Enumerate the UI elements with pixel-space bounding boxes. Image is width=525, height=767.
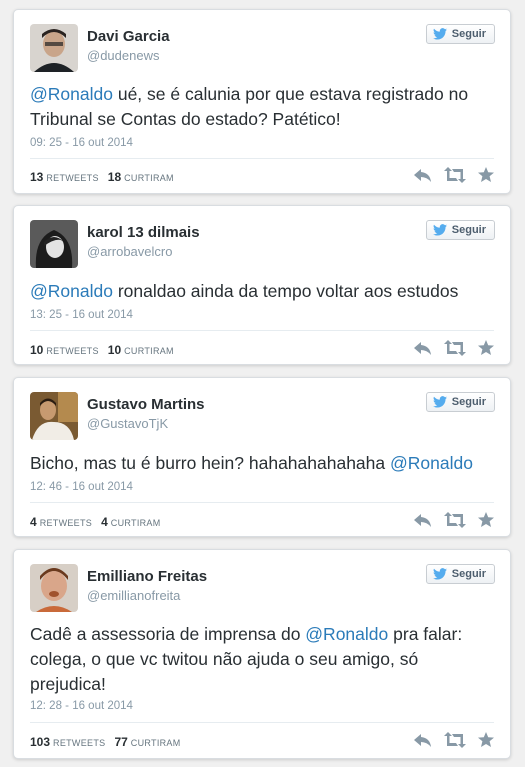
retweet-count[interactable]: 13	[30, 170, 43, 184]
likes-label[interactable]: CURTIRAM	[131, 738, 181, 748]
display-name[interactable]: Gustavo Martins	[87, 396, 205, 413]
display-name[interactable]: Davi Garcia	[87, 28, 170, 45]
avatar[interactable]	[30, 392, 78, 440]
reply-icon[interactable]	[414, 732, 432, 748]
mention-link[interactable]: @Ronaldo	[305, 624, 388, 644]
reply-icon[interactable]	[414, 512, 432, 528]
favorite-icon[interactable]	[478, 732, 494, 748]
tweet-actions	[414, 340, 494, 356]
tweet-card: karol 13 dilmais @arrobavelcro Seguir @R…	[13, 205, 511, 365]
username[interactable]: @dudenews	[87, 48, 159, 63]
tweet-stats: 13 RETWEETS 18 CURTIRAM	[30, 170, 183, 184]
follow-button[interactable]: Seguir	[425, 220, 495, 240]
display-name[interactable]: Emilliano Freitas	[87, 568, 207, 585]
timestamp[interactable]: 12: 46 - 16 out 2014	[30, 481, 133, 493]
twitter-bird-icon	[432, 224, 447, 236]
username[interactable]: @GustavoTjK	[87, 416, 168, 431]
tweet-text-segment: Cadê a assessoria de imprensa do	[30, 624, 306, 644]
retweet-icon[interactable]	[444, 340, 466, 356]
favorite-icon[interactable]	[478, 167, 494, 183]
tweet-card: Emilliano Freitas @emillianofreita Segui…	[13, 549, 511, 759]
display-name[interactable]: karol 13 dilmais	[87, 224, 200, 241]
timestamp[interactable]: 12: 28 - 16 out 2014	[30, 700, 133, 712]
timestamp[interactable]: 09: 25 - 16 out 2014	[30, 137, 133, 149]
tweet-text: @Ronaldo ué, se é calunia por que estava…	[30, 82, 490, 132]
avatar[interactable]	[30, 564, 78, 612]
favorite-icon[interactable]	[478, 340, 494, 356]
favorite-icon[interactable]	[478, 512, 494, 528]
retweet-count[interactable]: 10	[30, 343, 43, 357]
tweet-text: Bicho, mas tu é burro hein? hahahahahaha…	[30, 451, 490, 476]
divider	[30, 502, 494, 503]
twitter-bird-icon	[432, 568, 447, 580]
retweets-label[interactable]: RETWEETS	[46, 173, 98, 183]
username[interactable]: @arrobavelcro	[87, 244, 172, 259]
tweet-text: Cadê a assessoria de imprensa do @Ronald…	[30, 622, 490, 697]
likes-label[interactable]: CURTIRAM	[124, 346, 174, 356]
reply-icon[interactable]	[414, 340, 432, 356]
username[interactable]: @emillianofreita	[87, 588, 180, 603]
follow-button[interactable]: Seguir	[425, 392, 495, 412]
like-count[interactable]: 18	[108, 170, 121, 184]
avatar[interactable]	[30, 220, 78, 268]
tweet-stats: 10 RETWEETS 10 CURTIRAM	[30, 343, 183, 357]
tweet-actions	[414, 512, 494, 528]
retweets-label[interactable]: RETWEETS	[40, 518, 92, 528]
tweet-actions	[414, 732, 494, 748]
retweets-label[interactable]: RETWEETS	[46, 346, 98, 356]
follow-label: Seguir	[451, 28, 486, 40]
retweet-icon[interactable]	[444, 732, 466, 748]
follow-button[interactable]: Seguir	[425, 24, 495, 44]
follow-label: Seguir	[451, 568, 486, 580]
divider	[30, 158, 494, 159]
tweet-card: Gustavo Martins @GustavoTjK Seguir Bicho…	[13, 377, 511, 537]
like-count[interactable]: 4	[101, 515, 108, 529]
divider	[30, 722, 494, 723]
follow-label: Seguir	[451, 224, 486, 236]
retweet-icon[interactable]	[444, 167, 466, 183]
follow-label: Seguir	[451, 396, 486, 408]
retweets-label[interactable]: RETWEETS	[53, 738, 105, 748]
twitter-bird-icon	[432, 28, 447, 40]
like-count[interactable]: 10	[108, 343, 121, 357]
tweet-text-segment: ronaldao ainda da tempo voltar aos estud…	[112, 281, 459, 301]
tweet-stats: 4 RETWEETS 4 CURTIRAM	[30, 515, 170, 529]
mention-link[interactable]: @Ronaldo	[390, 453, 473, 473]
retweet-count[interactable]: 103	[30, 735, 50, 749]
retweet-count[interactable]: 4	[30, 515, 37, 529]
timestamp[interactable]: 13: 25 - 16 out 2014	[30, 309, 133, 321]
follow-button[interactable]: Seguir	[425, 564, 495, 584]
retweet-icon[interactable]	[444, 512, 466, 528]
avatar[interactable]	[30, 24, 78, 72]
tweet-text: @Ronaldo ronaldao ainda da tempo voltar …	[30, 279, 490, 304]
mention-link[interactable]: @Ronaldo	[30, 84, 113, 104]
tweet-actions	[414, 167, 494, 183]
tweet-text-segment: Bicho, mas tu é burro hein? hahahahahaha…	[30, 453, 390, 473]
twitter-bird-icon	[432, 396, 447, 408]
tweet-stats: 103 RETWEETS 77 CURTIRAM	[30, 735, 190, 749]
like-count[interactable]: 77	[114, 735, 127, 749]
likes-label[interactable]: CURTIRAM	[124, 173, 174, 183]
tweet-card: Davi Garcia @dudenews Seguir @Ronaldo ué…	[13, 9, 511, 194]
likes-label[interactable]: CURTIRAM	[111, 518, 161, 528]
divider	[30, 330, 494, 331]
mention-link[interactable]: @Ronaldo	[30, 281, 113, 301]
reply-icon[interactable]	[414, 167, 432, 183]
